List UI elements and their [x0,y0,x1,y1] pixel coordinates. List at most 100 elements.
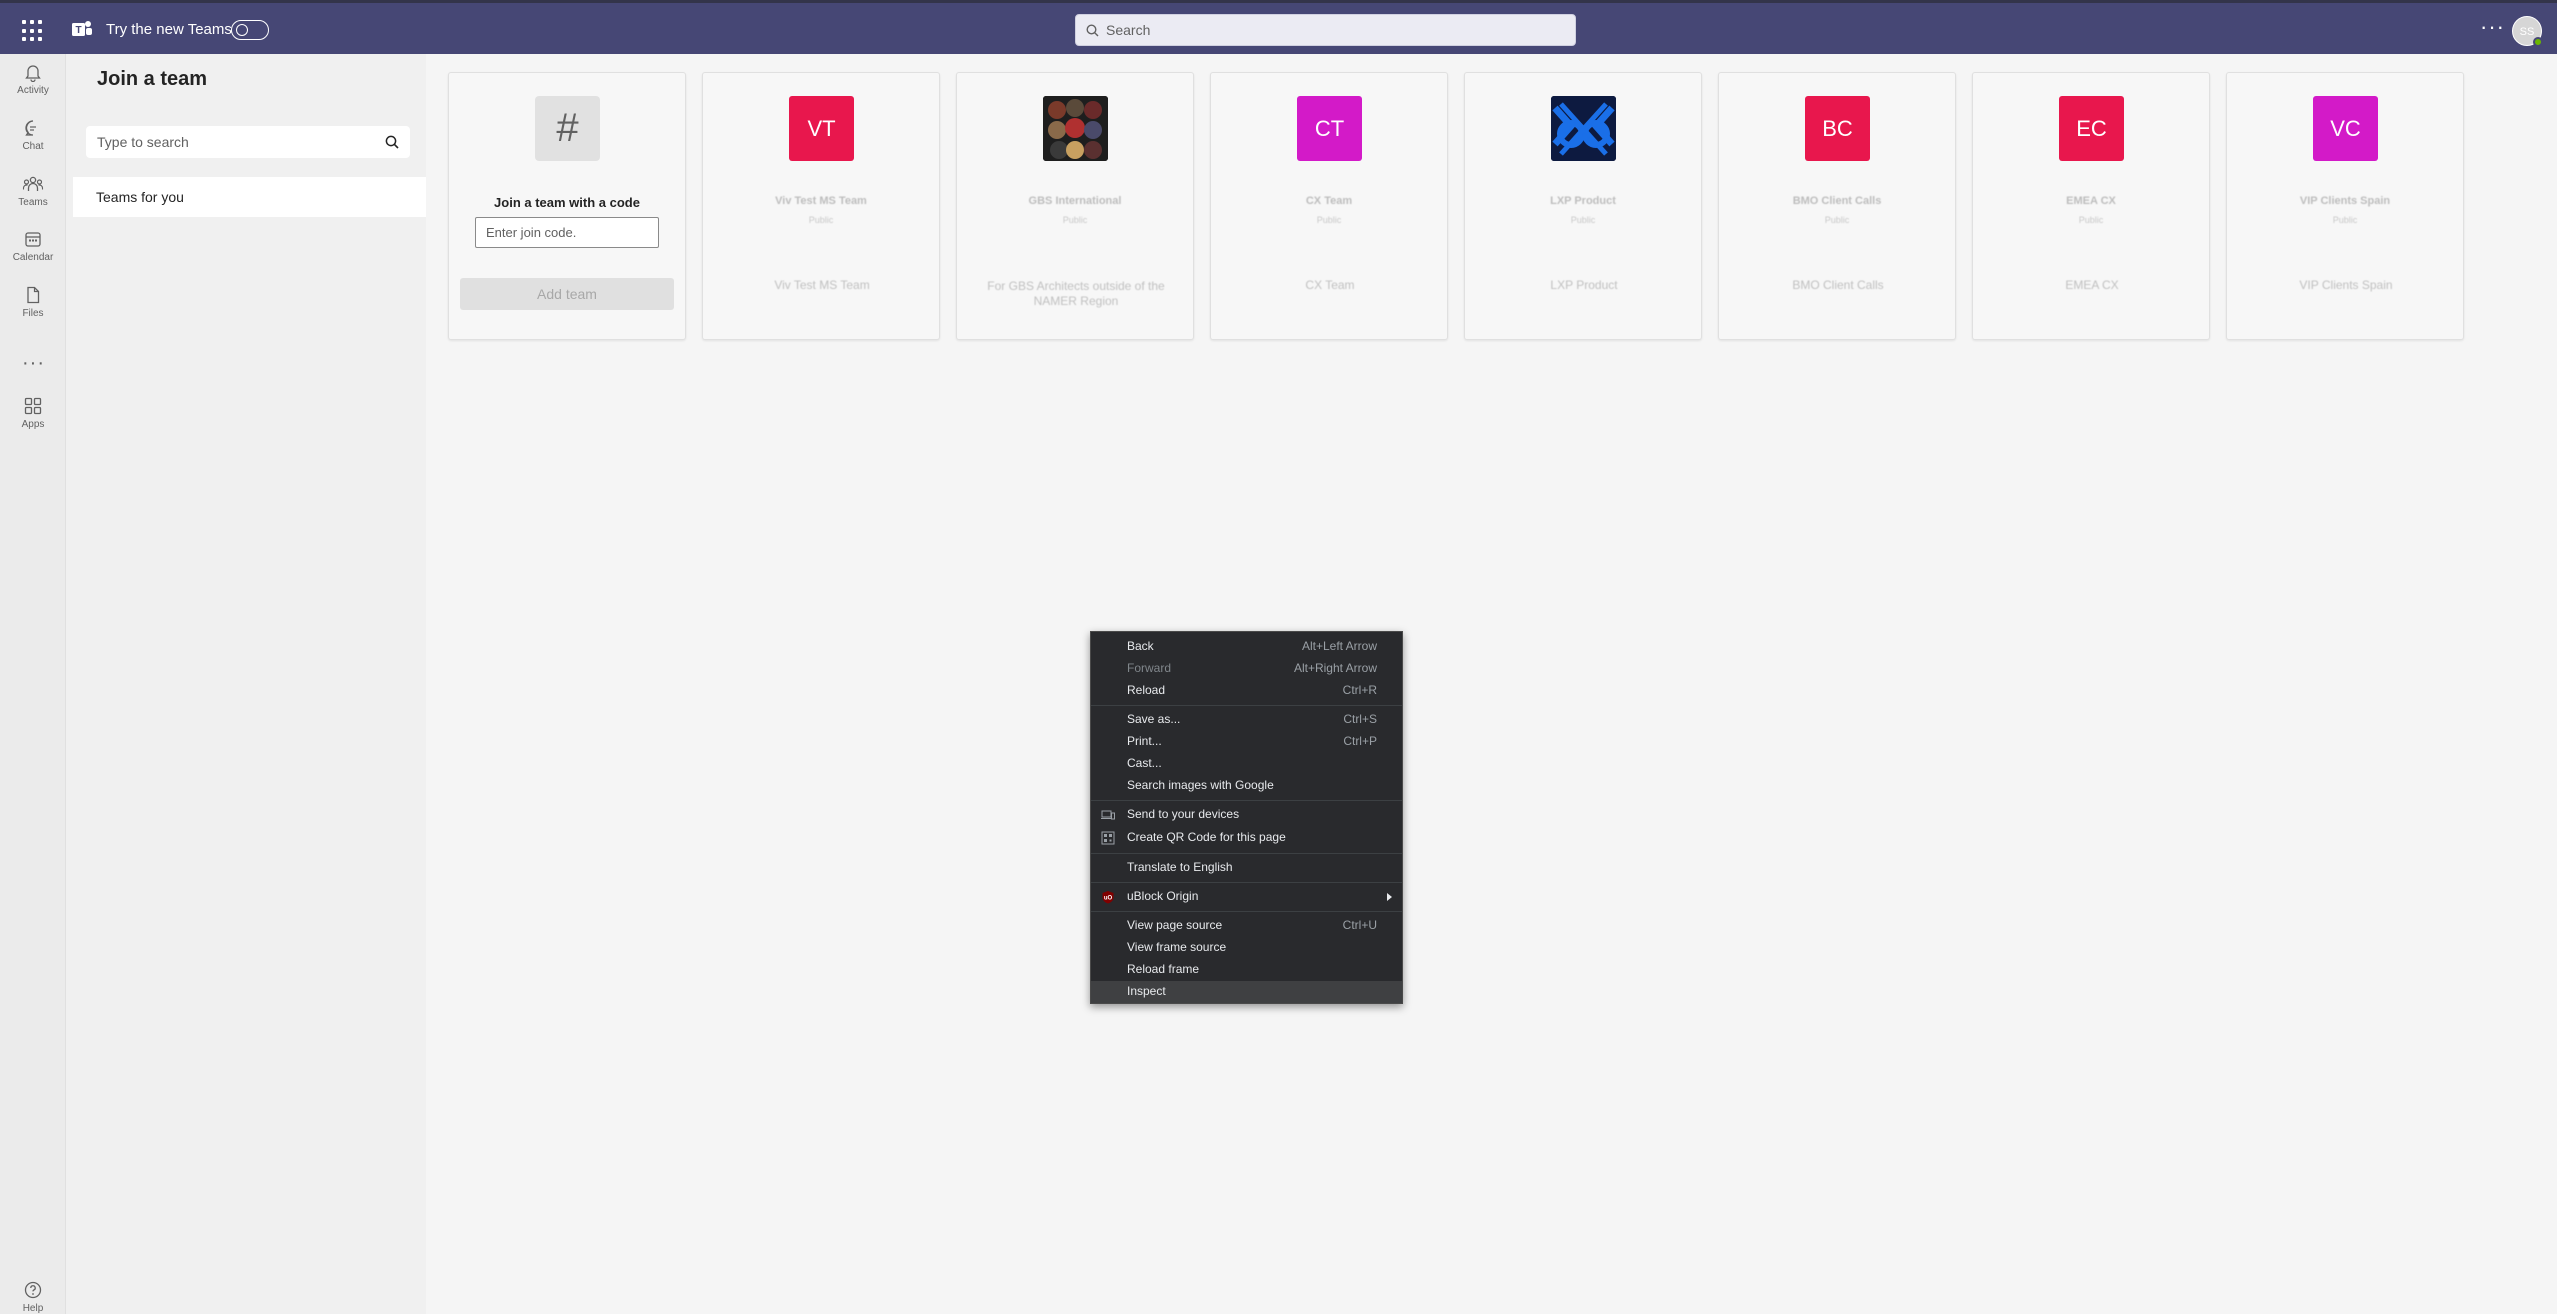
menu-label: Reload frame [1127,962,1200,976]
team-visibility: Public [1062,215,1088,225]
rail-label: Chat [22,141,44,152]
page-title: Join a team [97,68,208,90]
context-menu-print[interactable]: Print... Ctrl+P [1091,731,1402,753]
team-logo: BC [1805,96,1870,161]
team-card[interactable]: CT CX Team Public CX Team [1210,72,1448,340]
team-search-field[interactable] [86,126,410,158]
context-menu-ublock[interactable]: uO uBlock Origin [1091,886,1402,908]
menu-shortcut: Ctrl+P [1343,734,1377,748]
team-description: CX Team [1305,278,1355,292]
context-menu-send-devices[interactable]: Send to your devices [1091,804,1402,826]
menu-label: uBlock Origin [1127,889,1199,903]
menu-label: Forward [1127,661,1172,675]
rail-item-apps[interactable]: Apps [0,396,66,430]
join-code-field[interactable] [475,217,659,248]
user-avatar[interactable]: SS [2512,16,2543,47]
context-menu-qr-code[interactable]: Create QR Code for this page [1091,827,1402,849]
more-apps-icon[interactable]: ··· [22,352,45,375]
team-description: Viv Test MS Team [774,278,870,292]
team-name: LXP Product [1550,195,1616,207]
search-placeholder: Search [1106,22,1151,38]
help-icon [24,1281,42,1299]
teams-for-you-label: Teams for you [96,189,184,205]
rail-label: Apps [21,419,45,430]
team-name: CX Team [1305,195,1353,207]
team-visibility: Public [808,215,834,225]
rail-item-help[interactable]: Help [0,1280,66,1314]
team-card[interactable]: GBS International Public For GBS Archite… [956,72,1194,340]
context-menu-search-images[interactable]: Search images with Google [1091,775,1402,797]
context-menu-translate[interactable]: Translate to English [1091,857,1402,879]
menu-label: Print... [1127,734,1162,748]
rail-item-activity[interactable]: Activity [0,62,66,96]
teams-for-you-item[interactable]: Teams for you [73,177,426,217]
context-menu-forward[interactable]: Forward Alt+Right Arrow [1091,658,1402,680]
menu-divider [1091,705,1402,706]
menu-shortcut: Alt+Right Arrow [1293,661,1377,675]
apps-icon [24,397,42,415]
team-card[interactable]: VT Viv Test MS Team Public Viv Test MS T… [702,72,940,340]
presence-status-icon [2533,37,2543,47]
menu-shortcut: Ctrl+R [1342,683,1377,697]
menu-label: Back [1127,639,1154,653]
teams-logo-icon: T [72,21,92,36]
menu-shortcut: Alt+Left Arrow [1301,639,1377,653]
devices-icon [1101,810,1115,820]
menu-label: Reload [1127,683,1166,697]
team-logo-image [1043,96,1108,161]
context-menu-back[interactable]: Back Alt+Left Arrow [1091,636,1402,658]
svg-text:uO: uO [1104,896,1113,902]
team-logo: CT [1297,96,1362,161]
app-launcher-icon[interactable] [22,20,44,42]
rail-label: Files [22,308,44,319]
bell-icon [25,65,41,82]
qr-code-icon [1101,831,1115,845]
rail-label: Help [22,1303,44,1314]
add-team-button[interactable]: Add team [460,278,674,310]
context-menu-view-frame-source[interactable]: View frame source [1091,937,1402,959]
calendar-icon [25,232,41,247]
menu-label: View page source [1127,918,1223,932]
rail-item-files[interactable]: Files [0,285,66,319]
team-card[interactable]: VC VIP Clients Spain Public VIP Clients … [2226,72,2464,340]
global-search-input[interactable]: Search [1075,14,1576,46]
team-logo-image [1551,96,1616,161]
more-options-icon[interactable]: ··· [2480,16,2505,38]
new-teams-toggle[interactable] [231,20,269,40]
team-card[interactable]: EC EMEA CX Public EMEA CX [1972,72,2210,340]
menu-label: Cast... [1127,756,1162,770]
menu-shortcut: Ctrl+U [1342,918,1377,932]
menu-label: Inspect [1127,984,1166,998]
team-logo: VC [2313,96,2378,161]
rail-item-calendar[interactable]: Calendar [0,229,66,263]
avatar-initials: SS [2519,26,2535,38]
team-visibility: Public [1570,215,1596,225]
team-description: EMEA CX [2065,278,2119,292]
rail-label: Calendar [12,252,54,263]
context-menu-reload-frame[interactable]: Reload frame [1091,959,1402,981]
team-card[interactable]: BC BMO Client Calls Public BMO Client Ca… [1718,72,1956,340]
context-menu-cast[interactable]: Cast... [1091,753,1402,775]
context-menu-inspect[interactable]: Inspect [1091,981,1402,1003]
team-search-input[interactable] [97,134,367,150]
context-menu-save-as[interactable]: Save as... Ctrl+S [1091,709,1402,731]
ublock-origin-icon: uO [1102,891,1114,904]
submenu-arrow-icon [1387,893,1392,901]
context-menu-reload[interactable]: Reload Ctrl+R [1091,680,1402,702]
team-name: VIP Clients Spain [2299,195,2391,207]
context-menu-view-source[interactable]: View page source Ctrl+U [1091,915,1402,937]
menu-divider [1091,882,1402,883]
search-icon[interactable] [385,135,399,149]
rail-item-teams[interactable]: Teams [0,174,66,208]
join-code-input[interactable] [486,225,656,240]
svg-text:T: T [75,25,81,36]
team-description: VIP Clients Spain [2299,278,2393,292]
menu-label: Translate to English [1127,860,1233,874]
team-card[interactable]: LXP Product Public LXP Product [1464,72,1702,340]
menu-label: View frame source [1127,940,1227,954]
menu-label: Create QR Code for this page [1127,830,1286,844]
app-rail: Activity Chat Teams Calendar Files ··· A… [0,54,66,1314]
join-team-panel: Join a team Teams for you [66,54,426,1314]
team-logo: VT [789,96,854,161]
rail-item-chat[interactable]: Chat [0,118,66,152]
